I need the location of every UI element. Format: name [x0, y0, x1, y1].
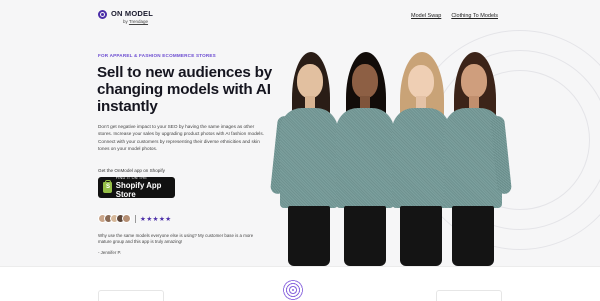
model-photo: [438, 52, 513, 266]
nav-link-clothing-to-models[interactable]: Clothing To Models: [451, 13, 498, 19]
top-nav: Model Swap Clothing To Models: [411, 13, 498, 19]
shopify-bag-icon: S: [103, 180, 112, 193]
avatar: [122, 214, 131, 223]
swirl-ring-icon: [283, 280, 303, 300]
shopify-app-store-button[interactable]: S FIND IT ON THE Shopify App Store: [98, 176, 175, 199]
review-author: - Jennifer P.: [98, 250, 122, 255]
badge-big-text: Shopify App Store: [115, 181, 162, 199]
rating-divider: [135, 214, 136, 223]
app-caption: Get the OnModel app on Shopify: [98, 168, 165, 173]
customer-review: Why use the same models everyone else is…: [98, 233, 254, 245]
star-rating-icon: ★★★★★: [140, 215, 172, 223]
hero-headline: Sell to new audiences by changing models…: [97, 64, 272, 115]
feature-card: [436, 290, 502, 301]
brand-logo[interactable]: ON MODEL by Trendage: [98, 9, 153, 25]
hero-section: ON MODEL by Trendage Model Swap Clothing…: [0, 0, 600, 266]
nav-link-model-swap[interactable]: Model Swap: [411, 13, 441, 19]
customer-avatars: [98, 214, 131, 223]
hero-description: Don't get negative impact to your SEO by…: [98, 124, 264, 151]
brand-name: ON MODEL: [111, 9, 154, 18]
hero-eyebrow: FOR APPAREL & FASHION ECOMMERCE STORES: [98, 53, 216, 58]
onmodel-logo-icon: [98, 10, 107, 19]
brand-byline: by Trendage: [123, 19, 149, 24]
model-photos: [269, 40, 513, 266]
rating-row: ★★★★★: [98, 214, 172, 223]
feature-card: [98, 290, 164, 301]
